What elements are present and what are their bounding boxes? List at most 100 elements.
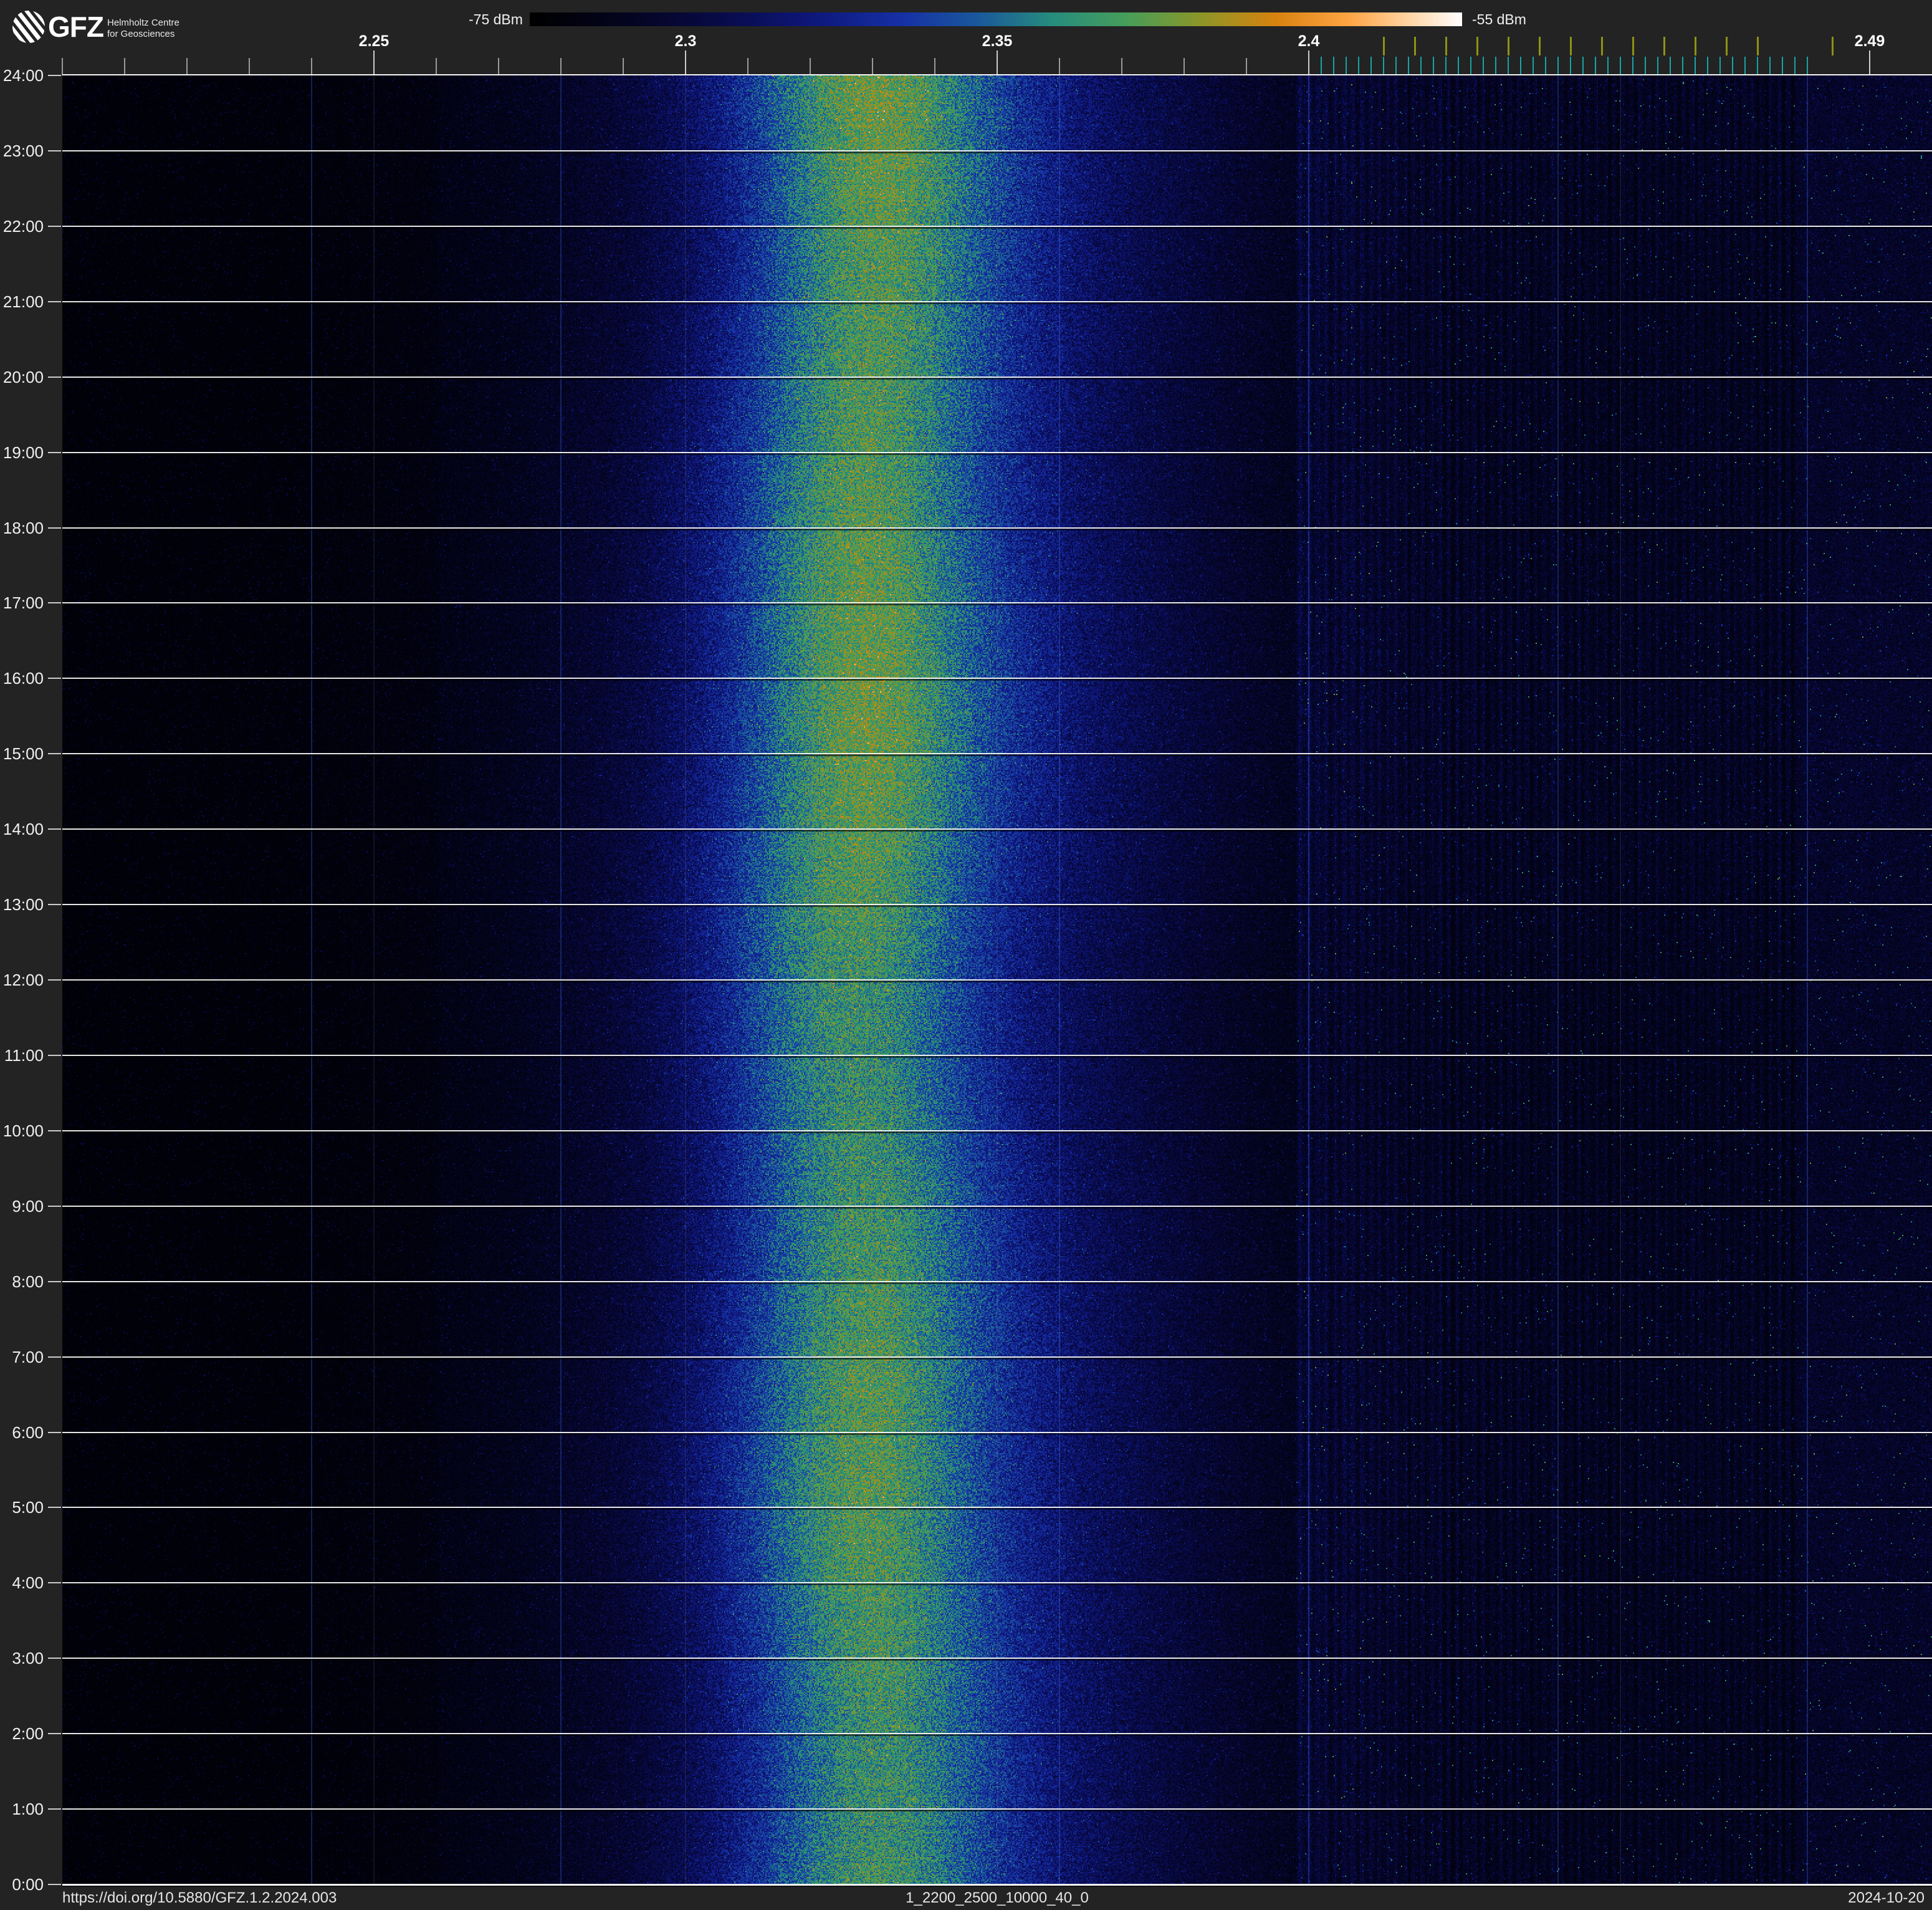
time-tick-mark <box>48 1054 61 1056</box>
freq-tick-label: 2.49 <box>1854 32 1885 50</box>
time-tick-mark <box>48 451 61 453</box>
hour-gridline-gap <box>62 226 1932 229</box>
freq-minor-tick <box>1246 58 1247 75</box>
time-tick-mark <box>48 1280 61 1282</box>
time-tick-mark <box>48 1130 61 1131</box>
time-tick-label: 12:00 <box>2 971 44 989</box>
ble-channel-tick <box>1445 57 1447 74</box>
hour-gridline <box>62 678 1932 679</box>
ble-channel-tick <box>1782 57 1783 74</box>
time-tick-mark <box>48 150 61 151</box>
hour-gridline-gap <box>62 151 1932 153</box>
hour-gridline-gap <box>62 1357 1932 1360</box>
time-tick-mark <box>48 1658 61 1659</box>
ble-channel-tick <box>1607 57 1609 74</box>
colorbar-max-label: -55 dBm <box>1472 11 1526 27</box>
ble-channel-tick <box>1383 57 1384 74</box>
wifi-channel-tick <box>1383 37 1385 55</box>
hour-gridline <box>62 451 1932 453</box>
ble-channel-tick <box>1732 57 1733 74</box>
spectrogram-page: GFZ Helmholtz Centre for Geosciences -75… <box>0 0 1932 1910</box>
ble-channel-tick <box>1657 57 1658 74</box>
time-tick-label: 20:00 <box>2 367 44 386</box>
ble-channel-tick <box>1533 57 1534 74</box>
freq-minor-tick <box>498 58 499 75</box>
ble-channel-tick <box>1757 57 1758 74</box>
ble-channel-tick <box>1395 57 1397 74</box>
time-tick-mark <box>48 979 61 981</box>
ble-channel-tick <box>1595 57 1596 74</box>
time-tick-mark <box>48 828 61 830</box>
hour-gridline <box>62 1431 1932 1433</box>
hour-gridline-gap <box>62 603 1932 606</box>
hour-gridline <box>62 225 1932 227</box>
ble-channel-tick <box>1358 57 1359 74</box>
freq-minor-tick <box>124 58 125 75</box>
time-tick-label: 18:00 <box>2 518 44 537</box>
ble-channel-tick <box>1333 57 1334 74</box>
ble-channel-tick <box>1495 57 1496 74</box>
freq-minor-tick <box>249 58 250 75</box>
freq-tick-label: 2.25 <box>358 32 390 50</box>
wifi-channel-tick <box>1601 37 1603 55</box>
wifi-channel-tick <box>1570 37 1572 55</box>
hour-gridline <box>62 376 1932 378</box>
ble-channel-tick <box>1346 57 1347 74</box>
ble-channel-tick <box>1744 57 1746 74</box>
hour-gridline <box>62 527 1932 529</box>
hour-gridline <box>62 1733 1932 1735</box>
hour-gridline-gap <box>62 302 1932 304</box>
ble-channel-tick <box>1470 57 1471 74</box>
hour-gridline-gap <box>62 1734 1932 1737</box>
freq-major-tick <box>685 50 686 75</box>
hour-gridline <box>62 1507 1932 1509</box>
colorbar-gradient <box>530 12 1462 26</box>
hour-gridline <box>62 150 1932 151</box>
footer-doi-link[interactable]: https://doi.org/10.5880/GFZ.1.2.2024.003 <box>62 1889 337 1907</box>
hour-gridline-gap <box>62 830 1932 832</box>
freq-minor-tick <box>62 58 63 75</box>
wifi-channel-tick <box>1757 37 1759 55</box>
hour-gridline <box>62 1054 1932 1056</box>
time-tick-mark <box>48 678 61 679</box>
ble-channel-tick <box>1707 57 1708 74</box>
time-tick-mark <box>48 1356 61 1358</box>
freq-minor-tick <box>934 58 935 75</box>
wifi-channel-tick <box>1414 37 1416 55</box>
freq-minor-tick <box>810 58 811 75</box>
time-tick-label: 9:00 <box>12 1196 44 1216</box>
ble-channel-tick <box>1582 57 1584 74</box>
ble-channel-tick <box>1321 57 1322 74</box>
time-tick-label: 7:00 <box>12 1347 44 1366</box>
freq-minor-tick <box>1184 58 1185 75</box>
freq-major-tick <box>373 50 375 75</box>
hour-gridline <box>62 602 1932 604</box>
ble-channel-tick <box>1682 57 1683 74</box>
ble-channel-tick <box>1645 57 1646 74</box>
freq-minor-tick <box>1121 58 1122 75</box>
hour-gridline-gap <box>62 1659 1932 1661</box>
colorbar-min-label: -75 dBm <box>469 11 523 27</box>
ble-channel-tick <box>1545 57 1546 74</box>
wifi-channel-tick <box>1539 37 1541 55</box>
wifi-channel-tick <box>1476 37 1478 55</box>
time-tick-mark <box>48 1507 61 1509</box>
freq-minor-tick <box>747 58 748 75</box>
time-tick-label: 3:00 <box>12 1649 44 1668</box>
time-tick-label: 4:00 <box>12 1573 44 1593</box>
hour-gridline-gap <box>62 905 1932 908</box>
time-tick-label: 14:00 <box>2 820 44 839</box>
wifi-channel-tick <box>1445 37 1447 55</box>
hour-gridline <box>62 904 1932 906</box>
time-tick-mark <box>48 1808 61 1810</box>
time-tick-label: 17:00 <box>2 593 44 613</box>
freq-tick-label: 2.3 <box>674 32 697 50</box>
ble-channel-tick <box>1458 57 1459 74</box>
time-tick-label: 19:00 <box>2 443 44 462</box>
ble-channel-tick <box>1670 57 1671 74</box>
ble-channel-tick <box>1520 57 1521 74</box>
hour-gridline-gap <box>62 1432 1932 1435</box>
bottom-axis-line <box>62 1884 1932 1886</box>
freq-major-tick <box>1308 50 1309 75</box>
time-tick-label: 21:00 <box>2 292 44 311</box>
